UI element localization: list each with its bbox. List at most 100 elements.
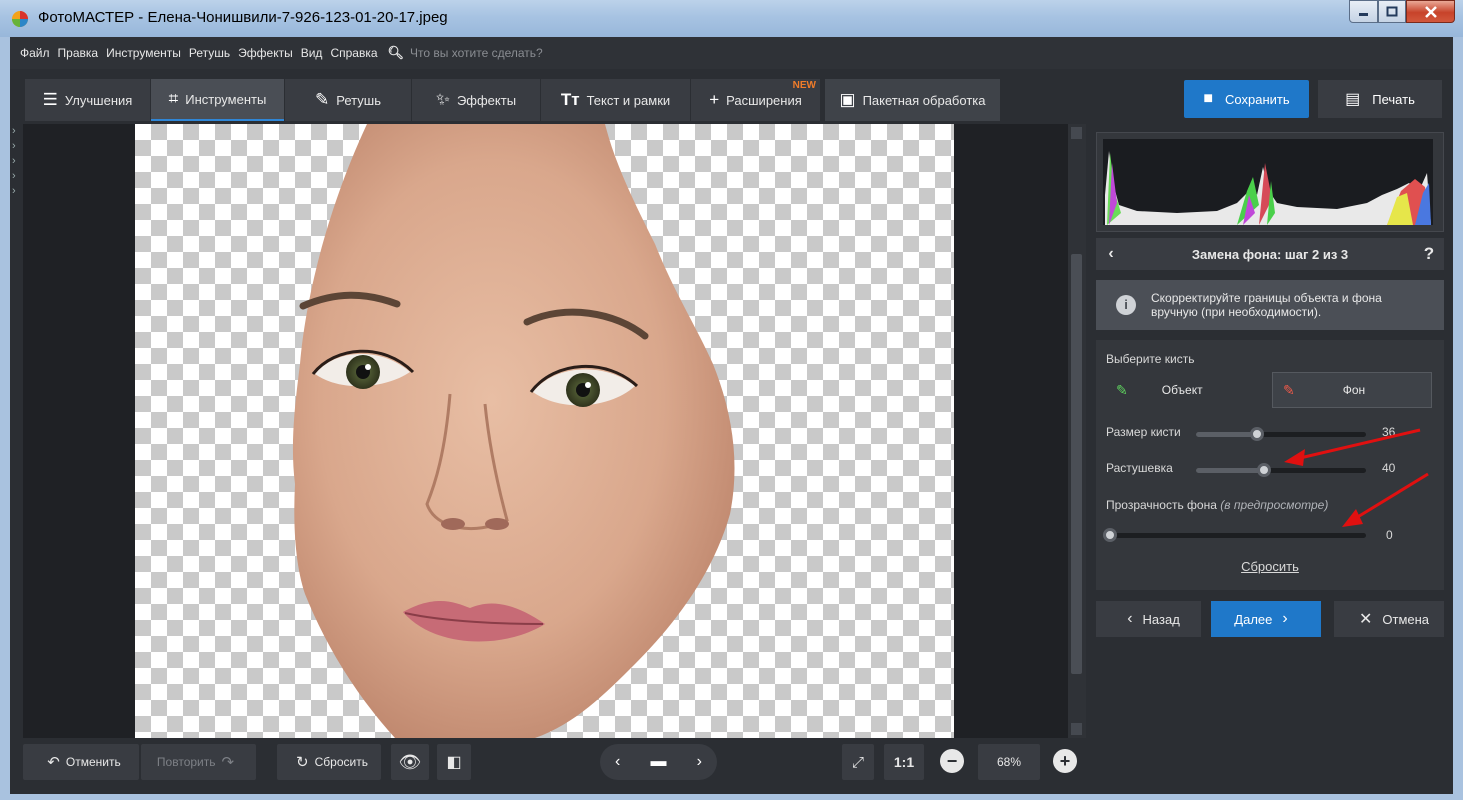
menu-search[interactable]: 🔍︎ Что вы хотите сделать? (388, 45, 543, 61)
canvas-vertical-scrollbar[interactable] (1068, 124, 1086, 738)
compare-split-icon: ◧ (446, 754, 462, 771)
fit-screen-icon: ⤢ (851, 753, 864, 771)
tab-enhancements[interactable]: ☰ Улучшения (25, 79, 150, 121)
zoom-level-field[interactable]: 68% (978, 744, 1040, 780)
scroll-down-arrow[interactable] (1071, 723, 1082, 735)
image-canvas[interactable] (23, 124, 1068, 738)
undo-button[interactable]: ↶ Отменить (23, 744, 139, 780)
window-frame-left (0, 37, 10, 800)
menu-tools[interactable]: Инструменты (106, 46, 181, 60)
printer-icon: ▤ (1345, 91, 1361, 108)
brush-size-label: Размер кисти (1106, 425, 1181, 439)
crop-icon: ⌗ (168, 89, 179, 108)
chevron-left-icon: ‹ (1127, 610, 1133, 627)
background-transparency-slider[interactable] (1103, 528, 1366, 542)
batch-images-icon: ▣ (839, 90, 856, 109)
back-label: Назад (1142, 611, 1180, 627)
histogram (1096, 132, 1444, 232)
tab-retouch[interactable]: ✎ Ретушь (285, 79, 411, 121)
fit-to-screen-button[interactable]: ⤢ (842, 744, 874, 780)
chevron-right-icon: › (12, 170, 16, 182)
back-button[interactable]: ‹ Назад (1096, 601, 1201, 637)
main-toolbar: ☰ Улучшения ⌗ Инструменты ✎ Ретушь ✨︎ Эф… (10, 69, 1453, 124)
magic-wand-icon: ✨︎ (435, 90, 450, 109)
menu-file[interactable]: Файл (20, 46, 50, 60)
title-bar: ФотоМАСТЕР - Елена-Чонишвили-7-926-123-0… (0, 0, 1463, 37)
bottom-toolbar: ↶ Отменить Повторить ↷ ↻ Сбросить 👁︎ ◧ ‹… (10, 738, 1094, 794)
step-back-chevron-icon[interactable]: ‹ (1096, 245, 1126, 263)
cancel-label: Отмена (1382, 611, 1430, 627)
print-button[interactable]: ▤ Печать (1318, 80, 1442, 118)
next-image-button[interactable]: › (697, 753, 702, 771)
feather-slider-fill (1196, 468, 1264, 473)
tab-extensions[interactable]: NEW + Расширения (691, 79, 820, 121)
object-brush-button[interactable]: ✎ Объект (1106, 372, 1266, 408)
menu-effects[interactable]: Эффекты (238, 46, 293, 60)
tab-effects[interactable]: ✨︎ Эффекты (412, 79, 540, 121)
next-button[interactable]: Далее › (1211, 601, 1321, 637)
brush-settings: Выберите кисть ✎ Объект ✎ Фон Размер кис… (1096, 340, 1444, 590)
image-navigation-group: ‹ ▬ › (600, 744, 717, 780)
help-button[interactable]: ? (1414, 244, 1444, 264)
tab-label: Пакетная обработка (862, 92, 986, 108)
sliders-icon: ☰ (42, 90, 58, 109)
background-brush-button[interactable]: ✎ Фон (1272, 372, 1432, 408)
actual-size-button[interactable]: 1:1 (884, 744, 924, 780)
cancel-button[interactable]: ✕ Отмена (1334, 601, 1444, 637)
next-label: Далее (1234, 611, 1273, 627)
undo-label: Отменить (65, 755, 121, 769)
tab-tools[interactable]: ⌗ Инструменты (151, 79, 284, 121)
redo-button[interactable]: Повторить ↷ (141, 744, 256, 780)
save-button[interactable]: ■ Сохранить (1184, 80, 1309, 118)
step-header: ‹ Замена фона: шаг 2 из 3 ? (1096, 238, 1444, 270)
feather-value: 40 (1382, 461, 1396, 475)
menu-view[interactable]: Вид (301, 46, 323, 60)
reset-settings-link[interactable]: Сбросить (1096, 559, 1444, 574)
menu-help[interactable]: Справка (330, 46, 377, 60)
menu-edit[interactable]: Правка (58, 46, 99, 60)
folder-icon[interactable]: ▬ (650, 753, 666, 771)
feather-slider[interactable] (1196, 463, 1366, 477)
floppy-disk-icon: ■ (1203, 90, 1214, 107)
menu-retouch[interactable]: Ретушь (189, 46, 230, 60)
histogram-graph (1103, 139, 1433, 225)
tab-text-frames[interactable]: Tт Текст и рамки (541, 79, 690, 121)
redo-label: Повторить (156, 755, 216, 769)
zoom-in-button[interactable]: + (1053, 749, 1077, 773)
close-window-button[interactable] (1406, 0, 1455, 23)
compare-before-after-button[interactable]: ◧ (437, 744, 471, 780)
feather-slider-handle[interactable] (1257, 463, 1271, 477)
minimize-button[interactable] (1349, 0, 1378, 23)
scroll-up-arrow[interactable] (1071, 127, 1082, 139)
info-text: Скорректируйте границы объекта и фона вр… (1151, 291, 1382, 319)
preview-eye-button[interactable]: 👁︎ (391, 744, 429, 780)
tab-batch-processing[interactable]: ▣ Пакетная обработка (825, 79, 1000, 121)
undo-icon: ↶ (47, 754, 60, 771)
minus-icon: − (946, 750, 958, 771)
save-label: Сохранить (1225, 91, 1290, 107)
background-brush-label: Фон (1342, 383, 1366, 397)
chevron-right-icon: › (12, 125, 16, 137)
right-panel: ‹ Замена фона: шаг 2 из 3 ? i Скорректир… (1086, 124, 1453, 794)
maximize-button[interactable] (1378, 0, 1406, 23)
tab-label: Расширения (726, 92, 802, 108)
search-placeholder: Что вы хотите сделать? (410, 46, 543, 60)
collapsed-side-panel[interactable]: › › › › › (10, 124, 23, 738)
menu-bar: Файл Правка Инструменты Ретушь Эффекты В… (10, 37, 1453, 69)
info-icon: i (1116, 295, 1136, 315)
chevron-right-icon: › (12, 155, 16, 167)
brush-icon: ✎ (315, 90, 330, 109)
transparency-preview-note: (в предпросмотре) (1220, 498, 1329, 512)
scroll-thumb[interactable] (1071, 254, 1082, 674)
zoom-out-button[interactable]: − (940, 749, 964, 773)
reset-image-button[interactable]: ↻ Сбросить (277, 744, 381, 780)
background-transparency-label: Прозрачность фона (в предпросмотре) (1106, 498, 1328, 512)
plus-icon: + (1059, 750, 1071, 771)
print-label: Печать (1372, 91, 1415, 107)
close-x-icon: ✕ (1358, 611, 1373, 628)
transparency-slider-handle[interactable] (1103, 528, 1117, 542)
brush-size-slider[interactable] (1196, 427, 1366, 441)
tab-label: Эффекты (456, 92, 517, 108)
brush-size-slider-handle[interactable] (1250, 427, 1265, 441)
previous-image-button[interactable]: ‹ (615, 753, 620, 771)
